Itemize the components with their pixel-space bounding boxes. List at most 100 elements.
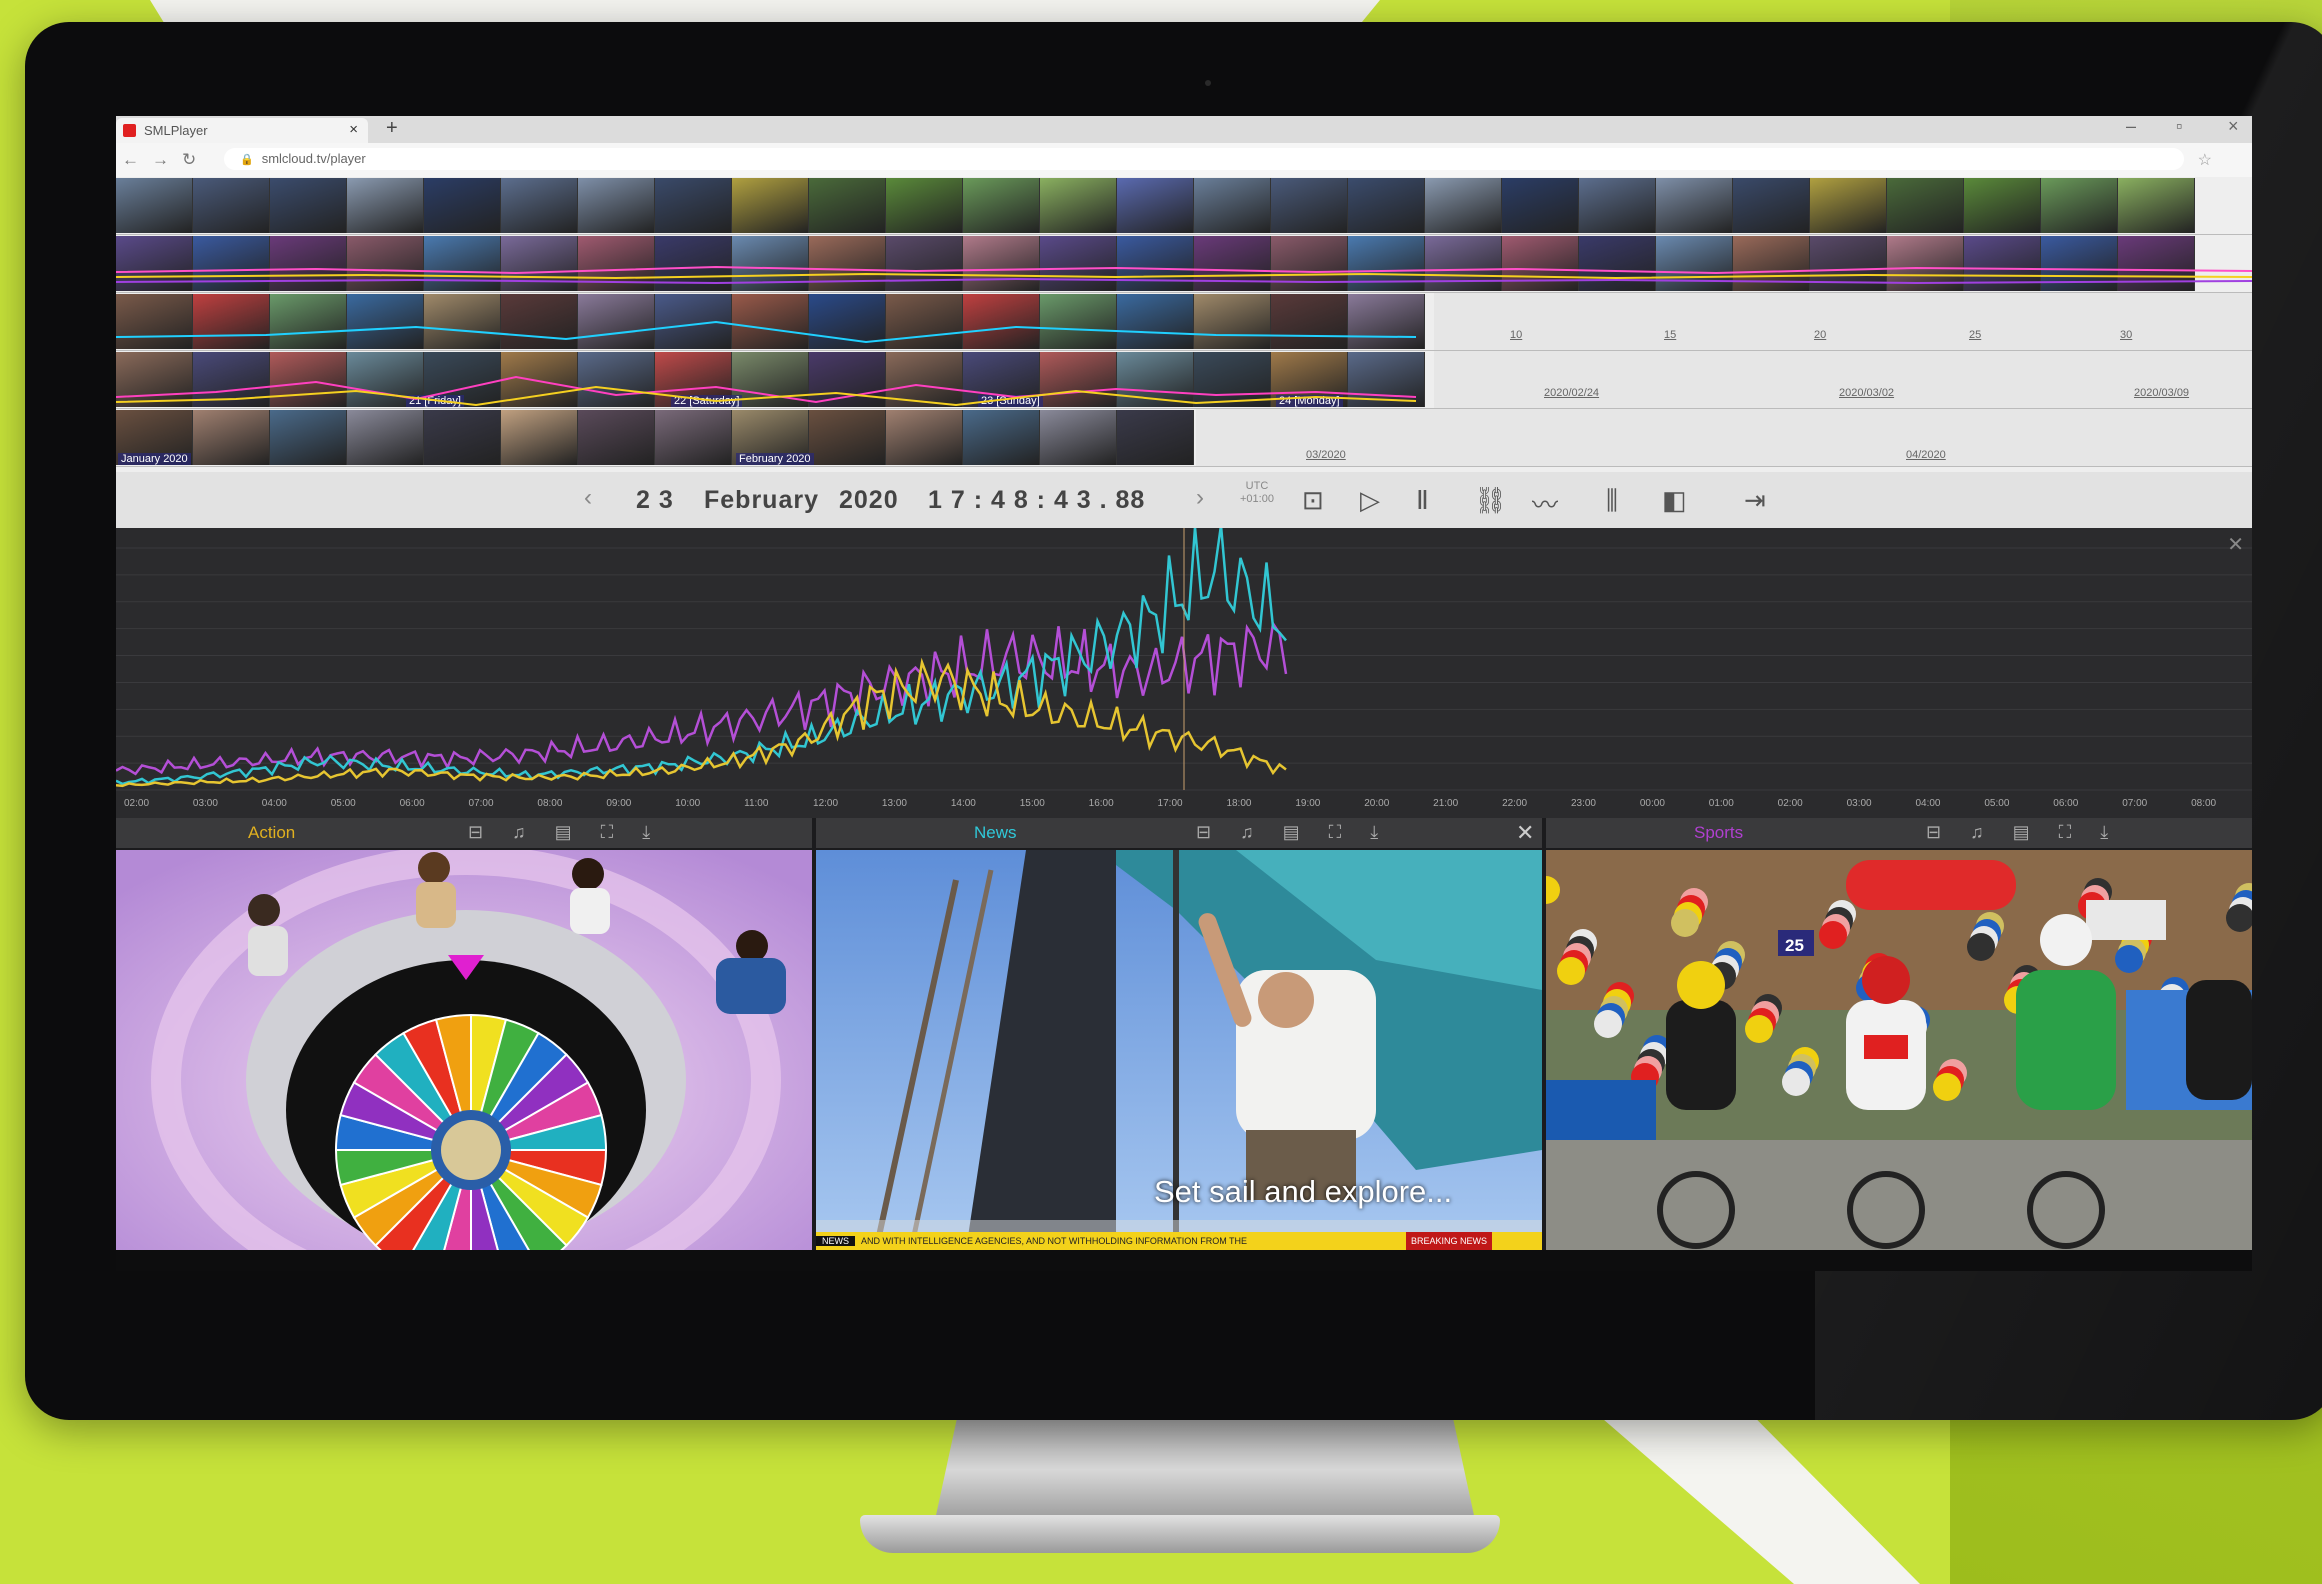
panel-tools-icons[interactable]: ⊟ ♫ ▤ ⛶ ⤓ xyxy=(1196,822,1390,843)
url-text: smlcloud.tv/player xyxy=(261,151,366,166)
panel-title-sports[interactable]: Sports xyxy=(1694,823,1743,843)
window-close-icon[interactable]: × xyxy=(2228,116,2239,137)
browser-tabbar: SMLPlayer × + – ▫ × xyxy=(116,116,2252,143)
year-field[interactable]: 2020 xyxy=(839,486,899,515)
crowd-figure xyxy=(1745,1015,1773,1043)
panel-header-sports: Sports ⊟ ♫ ▤ ⛶ ⤓ xyxy=(1546,818,2252,848)
breaking-label: BREAKING NEWS xyxy=(1405,1232,1492,1250)
x-tick-label: 05:00 xyxy=(1984,798,2009,809)
series-line xyxy=(116,657,1287,788)
lock-sync-icon[interactable]: ⊡ xyxy=(1302,485,1324,516)
panel-header-action: Action ⊟ ♫ ▤ ⛶ ⤓ xyxy=(116,818,812,848)
x-tick-label: 22:00 xyxy=(1502,798,1527,809)
day-field[interactable]: 2 3 xyxy=(636,486,674,515)
crowd-figure xyxy=(1819,921,1847,949)
crowd-figure xyxy=(1782,1068,1810,1096)
rider-number: 25 xyxy=(1785,936,1804,955)
link-icon[interactable]: ⛓ xyxy=(1474,485,1507,516)
bookmark-star-icon[interactable]: ☆ xyxy=(2198,150,2212,170)
minimize-icon[interactable]: – xyxy=(2126,116,2136,137)
x-tick-label: 04:00 xyxy=(262,798,287,809)
audience-graph[interactable]: 02:00 03:00 04:00 05:00 06:00 07:00 08:00 09:00… xyxy=(116,528,2252,818)
screen: SMLPlayer × + – ▫ × ← → ↻ 🔒 smlcloud.tv/p… xyxy=(116,116,2252,1271)
panel-header-news: News ⊟ ♫ ▤ ⛶ ⤓ ✕ xyxy=(816,818,1542,848)
line-chart: 02:00 03:00 04:00 05:00 06:00 07:00 08:00 09:00… xyxy=(116,528,2252,809)
reload-icon[interactable]: ↻ xyxy=(182,150,196,170)
x-tick-label: 20:00 xyxy=(1364,798,1389,809)
x-tick-label: 03:00 xyxy=(1847,798,1872,809)
x-tick-label: 23:00 xyxy=(1571,798,1596,809)
timezone-label[interactable]: UTC +01:00 xyxy=(1240,480,1274,506)
x-tick-label: 17:00 xyxy=(1158,798,1183,809)
volume-icon[interactable]: ◧ xyxy=(1662,485,1687,516)
x-tick-label: 01:00 xyxy=(1709,798,1734,809)
playback-controlbar: ‹ 2 3 February 2020 1 7 : 4 8 : 4 3 . 88… xyxy=(116,472,2252,529)
play-icon[interactable]: ▷ xyxy=(1360,485,1380,516)
x-tick-label: 11:00 xyxy=(744,798,769,809)
x-tick-label: 06:00 xyxy=(400,798,425,809)
back-icon[interactable]: ← xyxy=(122,150,139,170)
panel-title-action[interactable]: Action xyxy=(248,823,295,843)
new-tab-button[interactable]: + xyxy=(386,117,398,140)
panel-tools-icons[interactable]: ⊟ ♫ ▤ ⛶ ⤓ xyxy=(468,822,662,843)
x-tick-label: 02:00 xyxy=(1778,798,1803,809)
x-tick-label: 21:00 xyxy=(1433,798,1458,809)
address-bar: ← → ↻ 🔒 smlcloud.tv/player ☆ xyxy=(116,143,2252,178)
forward-icon[interactable]: → xyxy=(152,150,169,170)
crowd-figure xyxy=(1557,957,1585,985)
maximize-icon[interactable]: ▫ xyxy=(2176,116,2182,137)
x-tick-label: 13:00 xyxy=(882,798,907,809)
x-tick-label: 19:00 xyxy=(1295,798,1320,809)
series-line xyxy=(116,620,1288,776)
next-day-button[interactable]: › xyxy=(1196,484,1204,512)
x-tick-label: 05:00 xyxy=(331,798,356,809)
x-tick-label: 10:00 xyxy=(675,798,700,809)
x-tick-label: 00:00 xyxy=(1640,798,1665,809)
monitor-stand xyxy=(935,1420,1475,1520)
x-tick-label: 15:00 xyxy=(1020,798,1045,809)
timeline-activity-lines xyxy=(116,265,2252,407)
monitor-base xyxy=(860,1515,1500,1553)
panel-close-icon[interactable]: ✕ xyxy=(1516,820,1534,846)
split-view-icon[interactable]: ⫼ xyxy=(1606,485,1618,517)
browser-tab[interactable]: SMLPlayer × xyxy=(116,118,368,143)
x-tick-label: 12:00 xyxy=(813,798,838,809)
x-tick-label: 02:00 xyxy=(124,798,149,809)
month-field[interactable]: February xyxy=(704,486,819,515)
screen-bottom-bezel xyxy=(116,1250,2252,1271)
x-tick-label: 06:00 xyxy=(2053,798,2078,809)
news-ticker: NEWS AND WITH INTELLIGENCE AGENCIES, AND … xyxy=(816,1232,1542,1250)
crowd-figure xyxy=(2115,945,2143,973)
graph-close-icon[interactable]: ✕ xyxy=(2227,532,2244,557)
tab-close-icon[interactable]: × xyxy=(349,121,358,138)
prev-day-button[interactable]: ‹ xyxy=(584,484,592,512)
video-sports[interactable]: 25 xyxy=(1546,850,2252,1250)
video-news[interactable]: Set sail and explore... NEWS AND WITH INT… xyxy=(816,850,1542,1250)
x-tick-label: 03:00 xyxy=(193,798,218,809)
panel-title-news[interactable]: News xyxy=(974,823,1017,843)
tab-title: SMLPlayer xyxy=(144,123,208,138)
url-field[interactable]: 🔒 smlcloud.tv/player xyxy=(224,148,2184,170)
cycling-frame xyxy=(1546,850,2252,1250)
time-field[interactable]: 1 7 : 4 8 : 4 3 . 88 xyxy=(928,486,1145,515)
x-tick-label: 08:00 xyxy=(2191,798,2216,809)
x-tick-label: 07:00 xyxy=(2122,798,2147,809)
thumbnail-timeline[interactable]: 10 15 20 25 30 21 [Friday] 22 [Saturday] 2… xyxy=(116,177,2252,472)
ticker-label: NEWS xyxy=(816,1236,855,1246)
crowd-figure xyxy=(1967,933,1995,961)
x-tick-label: 14:00 xyxy=(951,798,976,809)
game-show-frame xyxy=(116,850,812,1250)
x-tick-label: 07:00 xyxy=(469,798,494,809)
pause-icon[interactable]: Ⅱ xyxy=(1416,485,1429,516)
video-action[interactable] xyxy=(116,850,812,1250)
x-tick-label: 04:00 xyxy=(1915,798,1940,809)
ticker-text: AND WITH INTELLIGENCE AGENCIES, AND NOT … xyxy=(861,1236,1248,1246)
timezone-offset: +01:00 xyxy=(1240,493,1274,505)
camera-dot xyxy=(1205,80,1211,86)
app-favicon-icon xyxy=(123,124,136,137)
exit-icon[interactable]: ⇥ xyxy=(1744,485,1766,516)
crowd-figure xyxy=(1933,1073,1961,1101)
graph-toggle-icon[interactable]: 〰 xyxy=(1532,485,1558,522)
lock-icon: 🔒 xyxy=(240,154,254,166)
panel-tools-icons[interactable]: ⊟ ♫ ▤ ⛶ ⤓ xyxy=(1926,822,2120,843)
